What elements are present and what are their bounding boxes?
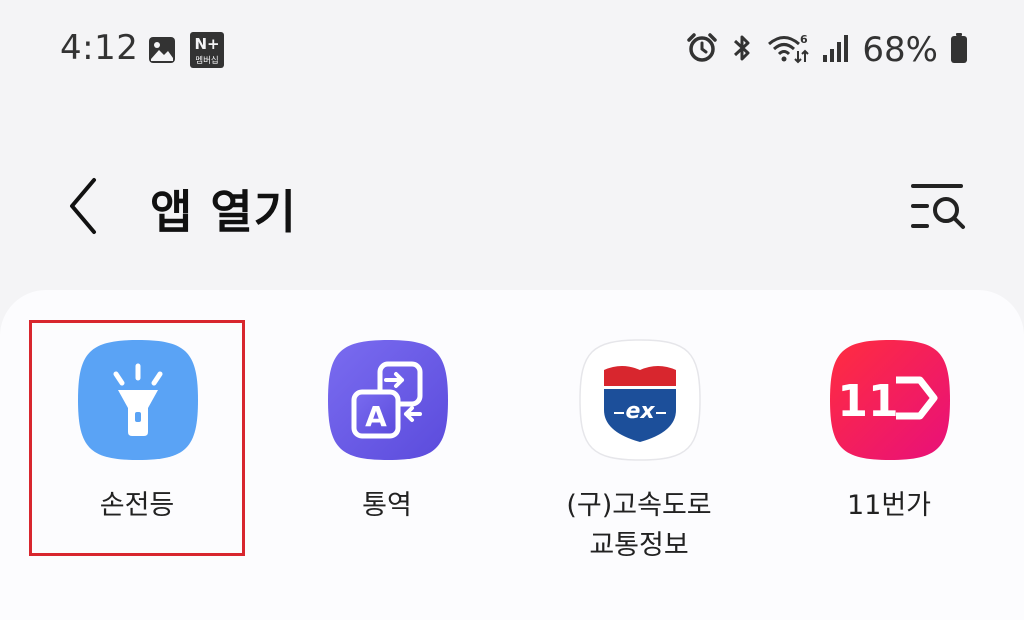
app-item-11st[interactable]: 11 11번가 <box>764 290 1014 590</box>
back-button[interactable] <box>58 172 110 240</box>
app-label: 11번가 <box>846 490 932 521</box>
alarm-icon <box>686 32 718 68</box>
chevron-left-icon <box>70 178 96 234</box>
svg-text:6: 6 <box>800 33 808 46</box>
status-bar: 4:12 N+ 멤버십 6 68% <box>0 0 1024 100</box>
wifi-6-icon: 6 <box>766 31 810 69</box>
battery-icon <box>950 32 968 68</box>
gallery-icon <box>147 35 177 69</box>
selection-highlight <box>29 320 245 556</box>
11st-icon: 11 <box>826 336 954 464</box>
11st-logo-text: 11 <box>837 376 898 427</box>
page-title: 앱 열기 <box>150 185 297 239</box>
svg-text:A: A <box>365 400 387 433</box>
interpreter-icon: A <box>324 336 452 464</box>
nplus-icon: N+ 멤버십 <box>190 32 224 68</box>
search-button[interactable] <box>905 176 971 236</box>
battery-percent: 68% <box>862 30 938 70</box>
app-label: 통역 <box>362 490 412 521</box>
bluetooth-icon <box>730 32 754 68</box>
svg-text:ex: ex <box>625 399 655 424</box>
nplus-sub-text: 멤버십 <box>195 55 218 66</box>
signal-icon <box>822 33 850 67</box>
app-label: (구)고속도로 교통정보 <box>566 490 712 561</box>
expressway-icon: ex <box>576 336 704 464</box>
status-time: 4:12 <box>60 28 139 68</box>
app-item-expressway[interactable]: ex (구)고속도로 교통정보 <box>514 290 764 590</box>
nplus-badge-text: N+ <box>194 35 219 53</box>
list-search-icon <box>911 184 965 229</box>
app-item-interpreter[interactable]: A 통역 <box>262 290 512 590</box>
status-icons: 6 68% <box>686 28 968 72</box>
